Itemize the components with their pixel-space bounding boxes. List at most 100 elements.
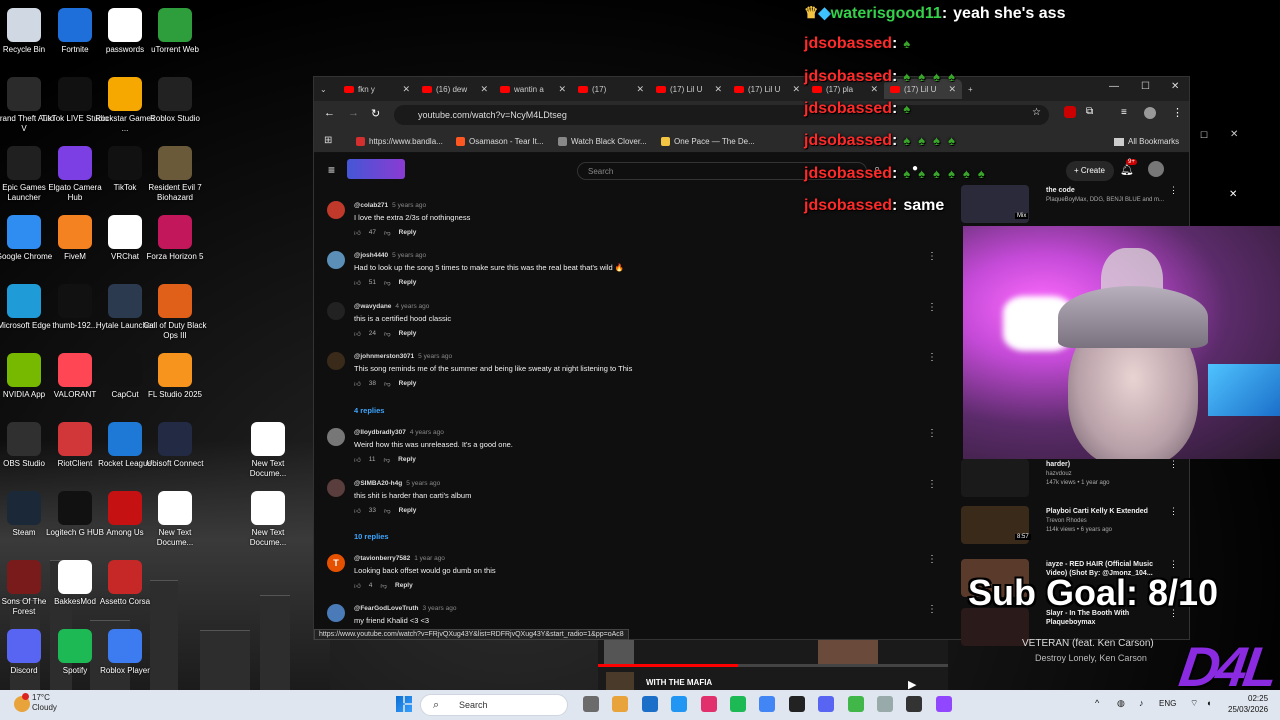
desktop-icon[interactable]: Roblox Player xyxy=(91,629,159,676)
desktop-icon[interactable]: Resident Evil 7 Biohazard xyxy=(141,146,209,203)
tab-close-icon[interactable]: ✕ xyxy=(792,84,800,95)
video-title[interactable]: Playboi Carti Kelly K Extended xyxy=(1046,507,1168,516)
tab-close-icon[interactable]: ✕ xyxy=(636,84,644,95)
extension-icon[interactable] xyxy=(1064,106,1076,118)
dislike-icon[interactable]: 👎︎ xyxy=(380,582,387,590)
avatar[interactable] xyxy=(327,302,345,320)
taskbar-search[interactable]: ⌕ Search xyxy=(420,694,568,716)
app-icon[interactable] xyxy=(877,696,893,712)
network-icon[interactable]: ◍ xyxy=(1117,698,1125,709)
avatar[interactable] xyxy=(327,428,345,446)
desktop-icon[interactable]: uTorrent Web xyxy=(141,8,209,55)
browser-tab[interactable]: (17) Lil U ✕ xyxy=(650,79,728,99)
reload-icon[interactable]: ↻ xyxy=(371,107,380,120)
app-icon[interactable] xyxy=(906,696,923,712)
avatar[interactable] xyxy=(327,251,345,269)
comment-author[interactable]: @wavydane 4 years ago xyxy=(354,303,429,310)
language-indicator[interactable]: ENG xyxy=(1159,699,1176,708)
view-replies-button[interactable]: 4 replies xyxy=(354,406,384,415)
bg-maximize-icon[interactable]: ☐ xyxy=(1200,130,1208,141)
reply-button[interactable]: Reply xyxy=(399,380,417,388)
like-icon[interactable]: 👍︎ xyxy=(354,582,361,590)
desktop-icon[interactable]: New Text Docume... xyxy=(141,491,209,548)
reply-button[interactable]: Reply xyxy=(399,229,417,237)
like-icon[interactable]: 👍︎ xyxy=(354,507,361,515)
maximize-icon[interactable]: ☐ xyxy=(1141,81,1150,92)
comment-author[interactable]: @johnmerston3071 5 years ago xyxy=(354,353,452,360)
like-icon[interactable]: 👍︎ xyxy=(354,456,361,464)
desktop-icon[interactable]: Ubisoft Connect xyxy=(141,422,209,469)
reply-button[interactable]: Reply xyxy=(399,507,417,515)
view-replies-button[interactable]: 10 replies xyxy=(354,532,389,541)
tab-close-icon[interactable]: ✕ xyxy=(402,84,410,95)
back-icon[interactable]: ← xyxy=(324,107,335,119)
like-icon[interactable]: 👍︎ xyxy=(354,279,361,287)
tray-chevron-icon[interactable]: ^ xyxy=(1095,698,1099,708)
spotify-icon[interactable] xyxy=(730,696,746,712)
file-explorer-icon[interactable] xyxy=(612,696,629,712)
minimize-icon[interactable]: — xyxy=(1109,81,1119,92)
twitch-icon[interactable] xyxy=(935,696,952,712)
url-field[interactable]: youtube.com/watch?v=NcyM4LDtseg xyxy=(394,105,1049,125)
desktop-icon[interactable]: Roblox Studio xyxy=(141,77,209,124)
comment-author[interactable]: @tavionberry7582 1 year ago xyxy=(354,555,445,562)
create-button[interactable]: + Create xyxy=(1066,161,1114,181)
chrome-icon[interactable] xyxy=(759,696,776,712)
comment-author[interactable]: @josh4440 5 years ago xyxy=(354,252,426,259)
taskbar-clock[interactable]: 02:25 25/03/2026 xyxy=(1228,693,1268,715)
account-avatar[interactable] xyxy=(1148,161,1164,177)
video-title[interactable]: the code xyxy=(1046,186,1168,195)
dislike-icon[interactable]: 👎︎ xyxy=(384,279,391,287)
apps-grid-icon[interactable]: ⊞ xyxy=(324,135,332,146)
reply-button[interactable]: Reply xyxy=(399,330,417,338)
bookmark-item[interactable]: Watch Black Clover... xyxy=(558,137,647,146)
reply-button[interactable]: Reply xyxy=(399,279,417,287)
desktop-icon[interactable]: Assetto Corsa xyxy=(91,560,159,607)
hamburger-menu-icon[interactable]: ≡ xyxy=(328,163,335,177)
bg-close-icon[interactable]: ✕ xyxy=(1230,129,1238,140)
wifi-icon[interactable]: ⌔ xyxy=(1190,698,1198,709)
dislike-icon[interactable]: 👎︎ xyxy=(384,456,391,464)
bookmark-item[interactable]: One Pace — The De... xyxy=(661,137,755,146)
desktop-icon[interactable]: New Text Docume... xyxy=(234,422,302,479)
profile-avatar[interactable] xyxy=(1144,107,1156,119)
bookmark-item[interactable]: https://www.bandla... xyxy=(356,137,443,146)
comment-menu-icon[interactable]: ⋮ xyxy=(927,479,937,490)
video-menu-icon[interactable]: ⋮ xyxy=(1169,559,1178,570)
avatar[interactable] xyxy=(327,604,345,622)
mail-icon[interactable] xyxy=(671,696,688,712)
new-tab-button[interactable]: + xyxy=(962,79,982,99)
forward-icon[interactable]: → xyxy=(348,107,359,119)
avatar[interactable] xyxy=(327,352,345,370)
comment-menu-icon[interactable]: ⋮ xyxy=(927,604,937,615)
mini-player-progress[interactable] xyxy=(598,664,738,667)
desktop-icon[interactable]: Call of Duty Black Ops III xyxy=(141,284,209,341)
obs-icon[interactable] xyxy=(788,696,805,712)
all-bookmarks-button[interactable]: All Bookmarks xyxy=(1114,137,1179,146)
youtube-logo[interactable] xyxy=(347,159,405,179)
comment-author[interactable]: @FearGodLoveTruth 3 years ago xyxy=(354,605,456,612)
comment-author[interactable]: @lloydbradly307 4 years ago xyxy=(354,429,444,436)
video-title[interactable]: harder) xyxy=(1046,460,1168,469)
copilot-icon[interactable] xyxy=(583,696,599,712)
desktop-icon[interactable]: New Text Docume... xyxy=(234,491,302,548)
menu-kebab-icon[interactable]: ⋮ xyxy=(1172,106,1183,119)
dislike-icon[interactable]: 👎︎ xyxy=(384,330,391,338)
comment-menu-icon[interactable]: ⋮ xyxy=(927,352,937,363)
mic-tray-icon[interactable]: ♪ xyxy=(1139,698,1144,708)
browser-tab[interactable]: (17) Lil U ✕ xyxy=(728,79,806,99)
desktop-icon[interactable]: Forza Horizon 5 xyxy=(141,215,209,262)
weather-widget[interactable]: 17°C Cloudy xyxy=(32,693,57,713)
dislike-icon[interactable]: 👎︎ xyxy=(384,380,391,388)
windows-start-icon[interactable] xyxy=(396,696,412,712)
reading-list-icon[interactable]: ≡ xyxy=(1121,107,1127,118)
desktop-icon[interactable]: FL Studio 2025 xyxy=(141,353,209,400)
comment-author[interactable]: @SIMBA20-h4g 5 years ago xyxy=(354,480,440,487)
avatar[interactable] xyxy=(327,479,345,497)
bookmark-item[interactable]: Osamason - Tear It... xyxy=(456,137,544,146)
video-menu-icon[interactable]: ⋮ xyxy=(1169,506,1178,517)
extensions-puzzle-icon[interactable]: ⧉ xyxy=(1086,106,1093,117)
bookmark-star-icon[interactable]: ☆ xyxy=(1032,107,1041,118)
comment-menu-icon[interactable]: ⋮ xyxy=(927,554,937,565)
video-menu-icon[interactable]: ⋮ xyxy=(1169,459,1178,470)
